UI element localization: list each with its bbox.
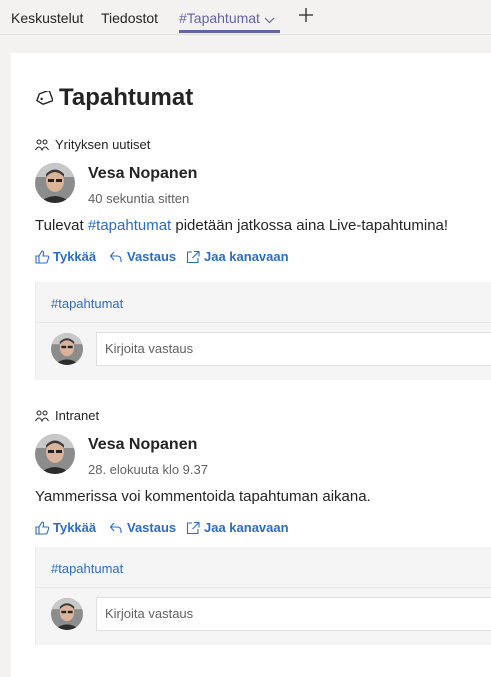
topic-tag[interactable]: #tapahtumat [51,561,123,576]
message-text-before: Tulevat [35,217,88,234]
timestamp[interactable]: 40 sekuntia sitten [88,191,189,206]
like-label: Tykkää [53,520,97,535]
avatar [51,333,83,365]
share-icon [186,521,200,535]
like-label: Tykkää [53,249,97,264]
reply-label: Vastaus [127,520,177,535]
avatar[interactable] [35,163,75,203]
chevron-down-icon[interactable] [264,11,275,27]
share-label: Jaa kanavaan [204,520,289,535]
page-title: Tapahtumat [59,84,194,111]
avatar [51,598,83,630]
tab-tapahtumat-label: #Tapahtumat [179,10,260,26]
conversation-panel: Tapahtumat Yrityksen uutiset Vesa Nopane… [11,53,491,677]
divider [36,587,491,588]
tab-bar: Keskustelut Tiedostot #Tapahtumat [0,0,491,35]
message-text-after: pidetään jatkossa aina Live-tapahtumina! [171,217,449,234]
tag-icon [35,89,54,105]
share-icon [186,250,200,264]
reply-input[interactable]: Kirjoita vastaus [96,332,491,366]
group-name[interactable]: Yrityksen uutiset [55,137,150,153]
group-icon [35,410,49,423]
active-tab-indicator [179,30,280,33]
like-icon [35,250,50,264]
tab-tiedostot[interactable]: Tiedostot [101,10,158,26]
reply-icon [109,522,122,533]
tab-keskustelut[interactable]: Keskustelut [11,10,83,26]
reply-section: #tapahtumat Kirjoita vastaus [35,282,491,380]
group-icon [35,139,49,152]
hashtag-link[interactable]: #tapahtumat [88,217,171,234]
reply-icon [109,251,122,262]
reply-label: Vastaus [127,249,177,264]
avatar[interactable] [35,434,75,474]
author-name[interactable]: Vesa Nopanen [88,436,197,454]
topic-tag[interactable]: #tapahtumat [51,296,123,311]
message-body: Tulevat #tapahtumat pidetään jatkossa ai… [35,217,448,234]
share-label: Jaa kanavaan [204,249,289,264]
like-icon [35,521,50,535]
add-tab-icon[interactable] [297,6,315,24]
group-name[interactable]: Intranet [55,408,99,424]
reply-section: #tapahtumat Kirjoita vastaus [35,547,491,645]
tab-tapahtumat[interactable]: #Tapahtumat [179,10,275,27]
timestamp[interactable]: 28. elokuuta klo 9.37 [88,462,208,477]
message-body: Yammerissa voi kommentoida tapahtuman ai… [35,488,371,505]
author-name[interactable]: Vesa Nopanen [88,165,197,183]
reply-input[interactable]: Kirjoita vastaus [96,597,491,631]
divider [36,322,491,323]
